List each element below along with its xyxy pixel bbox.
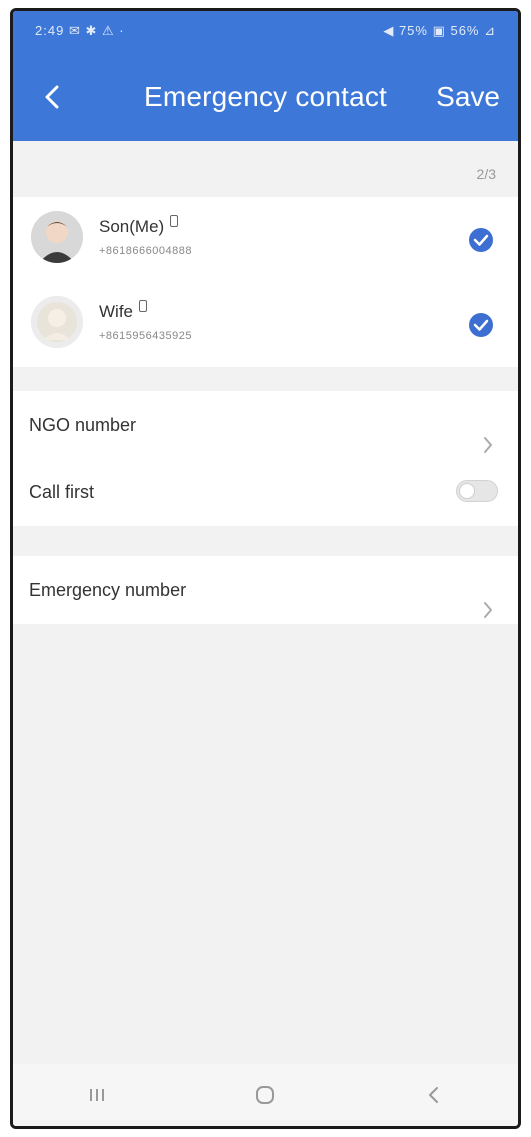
status-bar: 2:49 ✉ ✱ ⚠ · ◀ 75% ▣ 56% ⊿ [13, 11, 518, 51]
call-first-toggle[interactable] [456, 480, 498, 502]
contact-item-wife[interactable]: Wife +8615956435925 [13, 282, 518, 367]
status-right: ◀ 75% ▣ 56% ⊿ [383, 23, 496, 38]
checked-circle-icon[interactable] [468, 312, 494, 338]
chevron-right-icon [482, 415, 494, 453]
settings-group-2: Emergency number [13, 556, 518, 624]
person-avatar-icon [31, 296, 83, 348]
phone-frame: 2:49 ✉ ✱ ⚠ · ◀ 75% ▣ 56% ⊿ Emergency con… [10, 8, 521, 1129]
recent-apps-icon[interactable] [77, 1075, 117, 1115]
checked-circle-icon[interactable] [468, 227, 494, 253]
settings-group-1: NGO number Call first [13, 391, 518, 526]
status-time: 2:49 [35, 23, 65, 38]
save-button[interactable]: Save [436, 81, 500, 113]
emergency-number-label: Emergency number [29, 580, 187, 600]
home-icon[interactable] [245, 1075, 285, 1115]
ngo-number-label: NGO number [29, 415, 137, 435]
ngo-number-row[interactable]: NGO number [13, 391, 518, 459]
status-left: 2:49 ✉ ✱ ⚠ · [35, 23, 125, 39]
contact-phone: +8615956435925 [99, 330, 192, 342]
top-navbar: Emergency contact Save [13, 63, 518, 133]
back-icon[interactable] [414, 1075, 454, 1115]
call-first-row: Call first [13, 458, 518, 526]
emergency-number-row[interactable]: Emergency number [13, 556, 518, 624]
status-left-icons: ✉ ✱ ⚠ · [68, 23, 125, 38]
app-header: 2:49 ✉ ✱ ⚠ · ◀ 75% ▣ 56% ⊿ Emergency con… [13, 11, 518, 141]
mobile-phone-icon [139, 300, 147, 312]
contact-list: Son(Me) +8618666004888 Wife +86159564359… [13, 197, 518, 367]
contact-phone: +8618666004888 [99, 245, 192, 257]
contact-counter: 2/3 [476, 166, 496, 182]
contact-name-text: Son(Me) [99, 217, 165, 236]
mobile-phone-icon [170, 215, 179, 227]
system-navigation-bar [13, 1064, 518, 1126]
contact-name: Son(Me) [99, 215, 179, 237]
person-avatar-icon [31, 211, 83, 263]
contact-name: Wife [99, 300, 147, 322]
contact-name-text: Wife [99, 302, 133, 321]
chevron-right-icon [482, 580, 494, 618]
call-first-label: Call first [29, 482, 95, 502]
contact-item-son[interactable]: Son(Me) +8618666004888 [13, 197, 518, 282]
toggle-knob [459, 483, 475, 499]
